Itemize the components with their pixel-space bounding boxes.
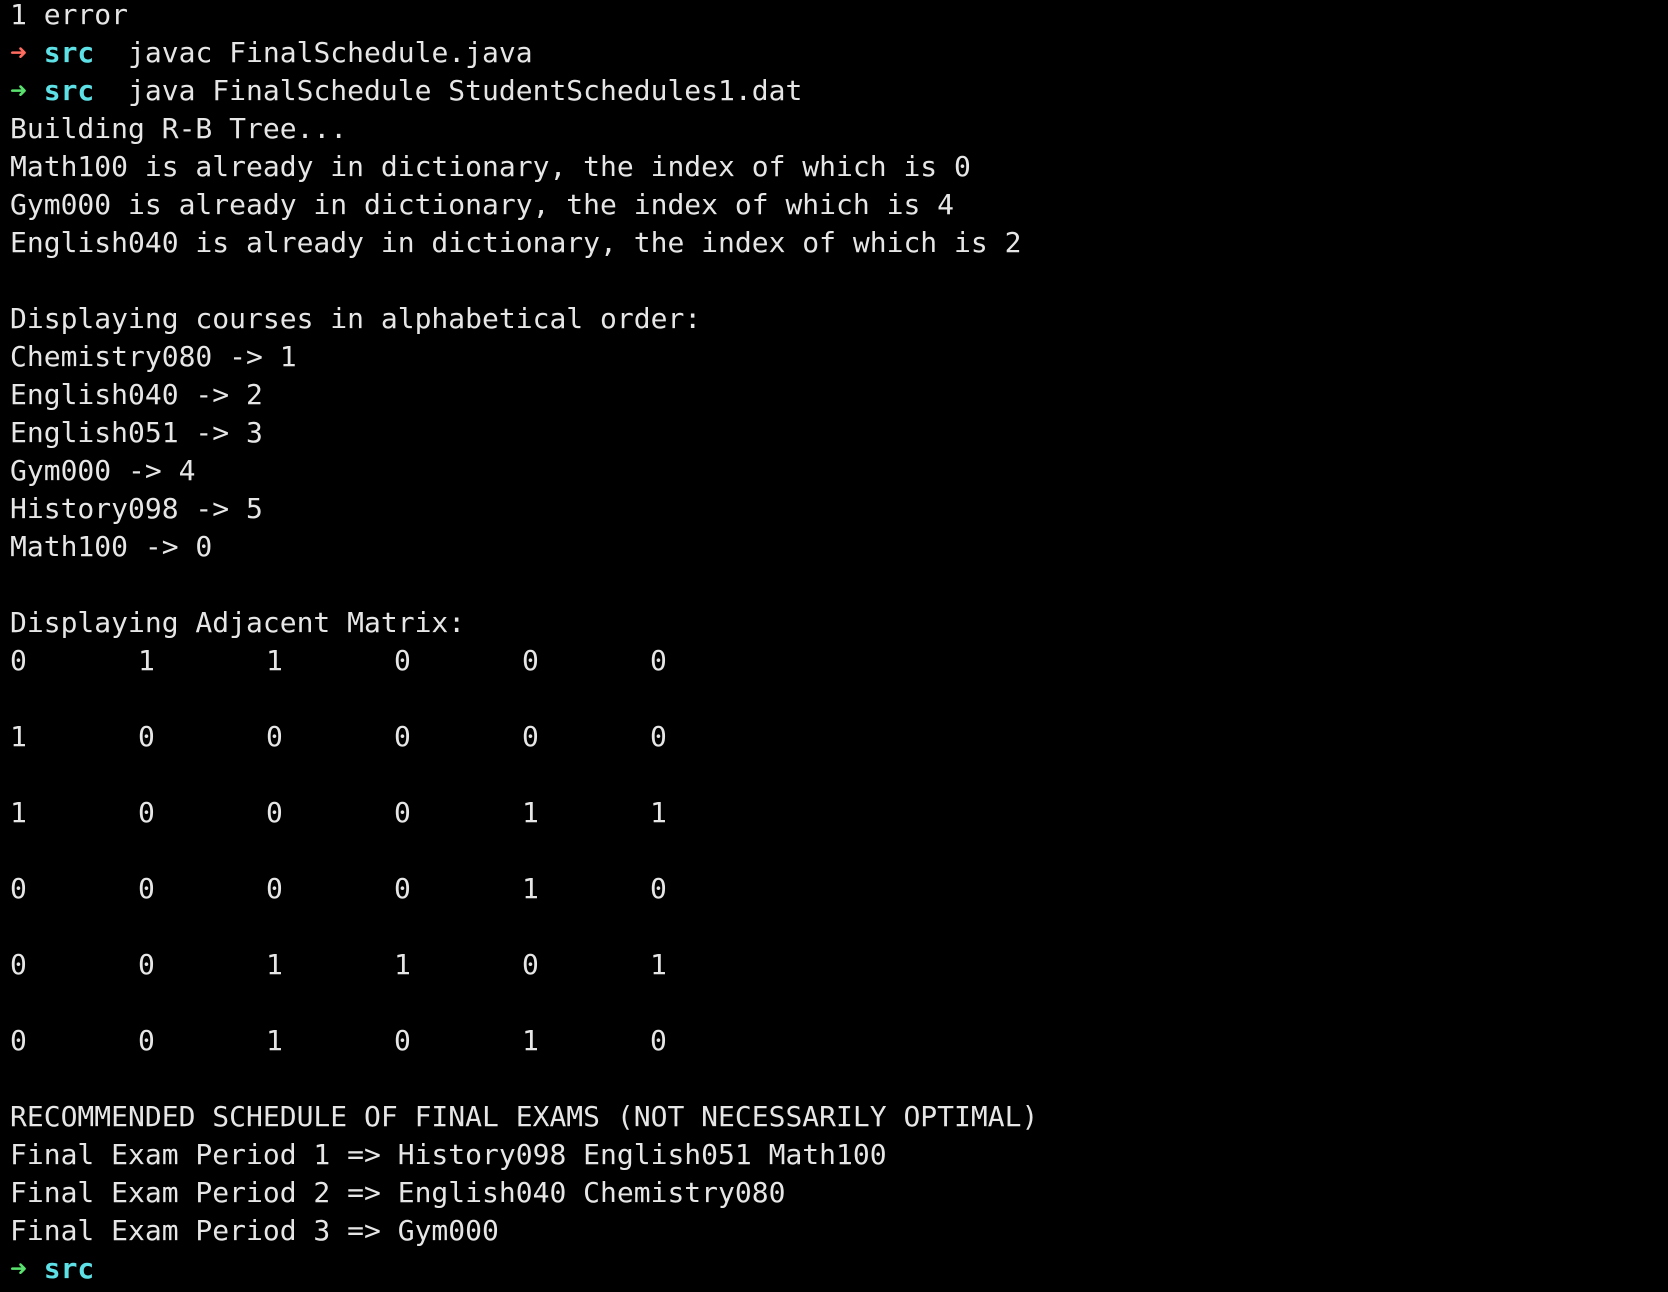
output-line: Building R-B Tree... <box>10 112 348 145</box>
matrix-cell: 0 <box>138 948 155 981</box>
matrix-cell: 1 <box>266 948 283 981</box>
courses-header: Displaying courses in alphabetical order… <box>10 302 702 335</box>
matrix-cell: 0 <box>138 1024 155 1057</box>
matrix-cell: 0 <box>522 720 539 753</box>
prompt-line-current: ➜ src <box>10 1250 1668 1288</box>
course-line: History098 -> 5 <box>10 492 263 525</box>
matrix-cell: 0 <box>266 720 283 753</box>
command-text: javac FinalSchedule.java <box>128 36 533 69</box>
output-line: English040 is already in dictionary, the… <box>10 226 1022 259</box>
matrix-cell: 1 <box>650 796 667 829</box>
matrix-cell: 1 <box>522 872 539 905</box>
matrix-cell: 0 <box>10 1024 27 1057</box>
matrix-cell: 0 <box>138 796 155 829</box>
output-line: Math100 is already in dictionary, the in… <box>10 150 971 183</box>
matrix-cell: 0 <box>10 644 27 677</box>
matrix-row: 0 0 1 1 0 1 <box>10 946 1668 984</box>
matrix-cell: 1 <box>522 796 539 829</box>
matrix-cell: 0 <box>394 796 411 829</box>
matrix-row: 1 0 0 0 0 0 <box>10 718 1668 756</box>
matrix-cell: 1 <box>394 948 411 981</box>
course-line: Chemistry080 -> 1 <box>10 340 297 373</box>
matrix-cell: 0 <box>650 644 667 677</box>
matrix-cell: 1 <box>266 1024 283 1057</box>
matrix-cell: 1 <box>10 720 27 753</box>
matrix-cell: 1 <box>522 1024 539 1057</box>
course-line: English051 -> 3 <box>10 416 263 449</box>
output-line: Gym000 is already in dictionary, the ind… <box>10 188 955 221</box>
matrix-cell: 0 <box>522 644 539 677</box>
matrix-cell: 0 <box>266 796 283 829</box>
command-text: java FinalSchedule StudentSchedules1.dat <box>128 74 803 107</box>
matrix-row: 0 0 1 0 1 0 <box>10 1022 1668 1060</box>
course-line: Gym000 -> 4 <box>10 454 196 487</box>
input-cursor[interactable] <box>111 1255 128 1285</box>
prompt-directory: src <box>43 1252 95 1285</box>
matrix-row: 0 1 1 0 0 0 <box>10 642 1668 680</box>
prompt-directory: src <box>43 74 95 107</box>
course-line: Math100 -> 0 <box>10 530 213 563</box>
schedule-line: Final Exam Period 2 => English040 Chemis… <box>10 1176 786 1209</box>
right-arrow-icon: ➜ <box>10 36 27 69</box>
matrix-cell: 0 <box>650 872 667 905</box>
matrix-cell: 0 <box>522 948 539 981</box>
schedule-line: Final Exam Period 3 => Gym000 <box>10 1214 499 1247</box>
matrix-cell: 0 <box>394 644 411 677</box>
matrix-cell: 0 <box>394 872 411 905</box>
matrix-row: 0 0 0 0 1 0 <box>10 870 1668 908</box>
matrix-cell: 1 <box>650 948 667 981</box>
matrix-cell: 0 <box>394 720 411 753</box>
matrix-cell: 0 <box>10 872 27 905</box>
schedule-header: RECOMMENDED SCHEDULE OF FINAL EXAMS (NOT… <box>10 1100 1039 1133</box>
matrix-cell: 1 <box>138 644 155 677</box>
matrix-cell: 0 <box>138 872 155 905</box>
matrix-cell: 1 <box>266 644 283 677</box>
terminal-window[interactable]: 1 error ➜ src javac FinalSchedule.java ➜… <box>0 0 1668 1288</box>
prompt-directory: src <box>43 36 95 69</box>
matrix-cell: 0 <box>650 1024 667 1057</box>
matrix-cell: 0 <box>10 948 27 981</box>
right-arrow-icon: ➜ <box>10 1252 27 1285</box>
schedule-line: Final Exam Period 1 => History098 Englis… <box>10 1138 887 1171</box>
matrix-cell: 1 <box>10 796 27 829</box>
course-line: English040 -> 2 <box>10 378 263 411</box>
matrix-header: Displaying Adjacent Matrix: <box>10 606 466 639</box>
matrix-cell: 0 <box>394 1024 411 1057</box>
matrix-cell: 0 <box>266 872 283 905</box>
matrix-cell: 0 <box>138 720 155 753</box>
prompt-line-2: ➜ src java FinalSchedule StudentSchedule… <box>10 72 1668 110</box>
matrix-cell: 0 <box>650 720 667 753</box>
error-line: 1 error <box>10 0 129 31</box>
matrix-row: 1 0 0 0 1 1 <box>10 794 1668 832</box>
prompt-line-1: ➜ src javac FinalSchedule.java <box>10 34 1668 72</box>
right-arrow-icon: ➜ <box>10 74 27 107</box>
